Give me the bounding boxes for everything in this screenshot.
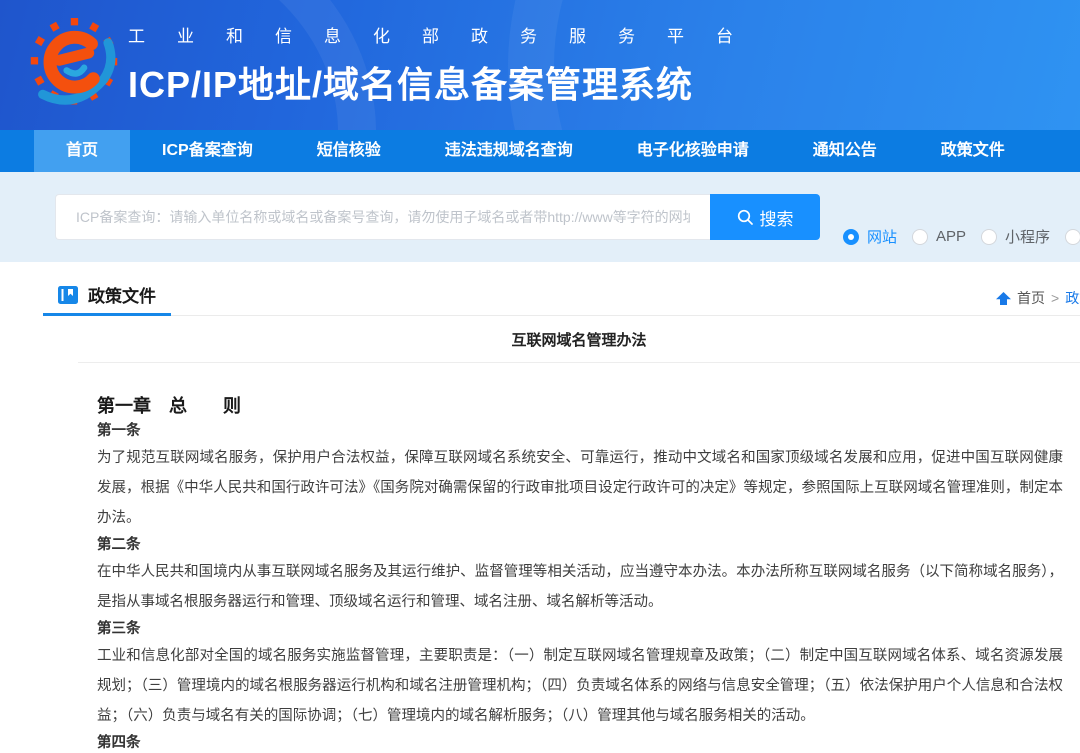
article-item-label: 第一条 [97,421,1063,441]
article-section: 第三条 工业和信息化部对全国的域名服务实施监督管理，主要职责是：（一）制定互联网… [97,619,1063,731]
article-item-label: 第三条 [97,619,1063,639]
nav-item-illegal-domain-query[interactable]: 违法违规域名查询 [413,130,605,172]
divider [43,315,1080,316]
article-section: 第二条 在中华人民共和国境内从事互联网域名服务及其运行维护、监督管理等相关活动，… [97,535,1063,617]
nav-item-home[interactable]: 首页 [34,130,130,172]
miit-gear-e-logo-icon [28,12,120,116]
article-section: 第一条 为了规范互联网域名服务，保护用户合法权益，保障互联网域名系统安全、可靠运… [97,421,1063,533]
breadcrumb: 首页 > 政策文件 [996,288,1080,308]
article-item-label: 第四条 [97,733,1063,753]
search-type-quickapp[interactable]: 快应用 [1065,226,1080,247]
breadcrumb-separator: > [1051,290,1059,306]
site-header: 工业和信息化部政务服务平台 ICP/IP地址/域名信息备案管理系统 [0,0,1080,130]
chapter-heading: 第一章 总 则 [97,393,1063,419]
tab-active-underline [43,313,171,316]
article-section: 第四条 各省、自治区、直辖市通信管理局对本行政区域内的域名服务实施监督管理，主要… [97,733,1063,753]
search-icon [737,209,753,225]
breadcrumb-current: 政策文件 [1065,288,1080,308]
article-body: 第一章 总 则 第一条 为了规范互联网域名服务，保护用户合法权益，保障互联网域名… [97,393,1063,753]
platform-name: 工业和信息化部政务服务平台 [128,22,765,47]
nav-item-policy-files[interactable]: 政策文件 [909,130,1037,172]
nav-item-sms-verify[interactable]: 短信核验 [285,130,413,172]
content-area: 政策文件 首页 > 政策文件 互联网域名管理办法 第一章 总 则 第一条 为了规… [0,262,1080,753]
breadcrumb-home[interactable]: 首页 [1017,288,1045,308]
search-band: 搜索 网站 APP 小程序 快应用 [0,172,1080,262]
book-icon [57,285,79,305]
system-title: ICP/IP地址/域名信息备案管理系统 [128,56,765,108]
article-item-text: 工业和信息化部对全国的域名服务实施监督管理，主要职责是：（一）制定互联网域名管理… [97,641,1063,731]
nav-item-notices[interactable]: 通知公告 [781,130,909,172]
search-input[interactable] [55,194,710,240]
search-type-group: 网站 APP 小程序 快应用 [843,226,1080,247]
search-type-website[interactable]: 网站 [843,226,897,247]
radio-selected-icon [843,229,859,245]
section-header: 政策文件 首页 > 政策文件 [0,262,1080,316]
article-title: 互联网域名管理办法 [78,316,1080,363]
home-icon [996,292,1011,305]
radio-icon [912,229,928,245]
nav-item-e-verify-apply[interactable]: 电子化核验申请 [605,130,781,172]
main-nav: 首页 ICP备案查询 短信核验 违法违规域名查询 电子化核验申请 通知公告 政策… [0,130,1080,172]
article-item-label: 第二条 [97,535,1063,555]
article-item-text: 在中华人民共和国境内从事互联网域名服务及其运行维护、监督管理等相关活动，应当遵守… [97,557,1063,617]
search-button[interactable]: 搜索 [710,194,820,240]
nav-item-icp-query[interactable]: ICP备案查询 [130,130,285,172]
radio-icon [981,229,997,245]
tab-policy-files[interactable]: 政策文件 [57,282,156,307]
search-type-miniprogram[interactable]: 小程序 [981,226,1050,247]
search-button-label: 搜索 [760,205,794,230]
search-type-app[interactable]: APP [912,228,966,245]
tab-label: 政策文件 [88,282,156,307]
article-item-text: 为了规范互联网域名服务，保护用户合法权益，保障互联网域名系统安全、可靠运行，推动… [97,443,1063,533]
radio-icon [1065,229,1080,245]
